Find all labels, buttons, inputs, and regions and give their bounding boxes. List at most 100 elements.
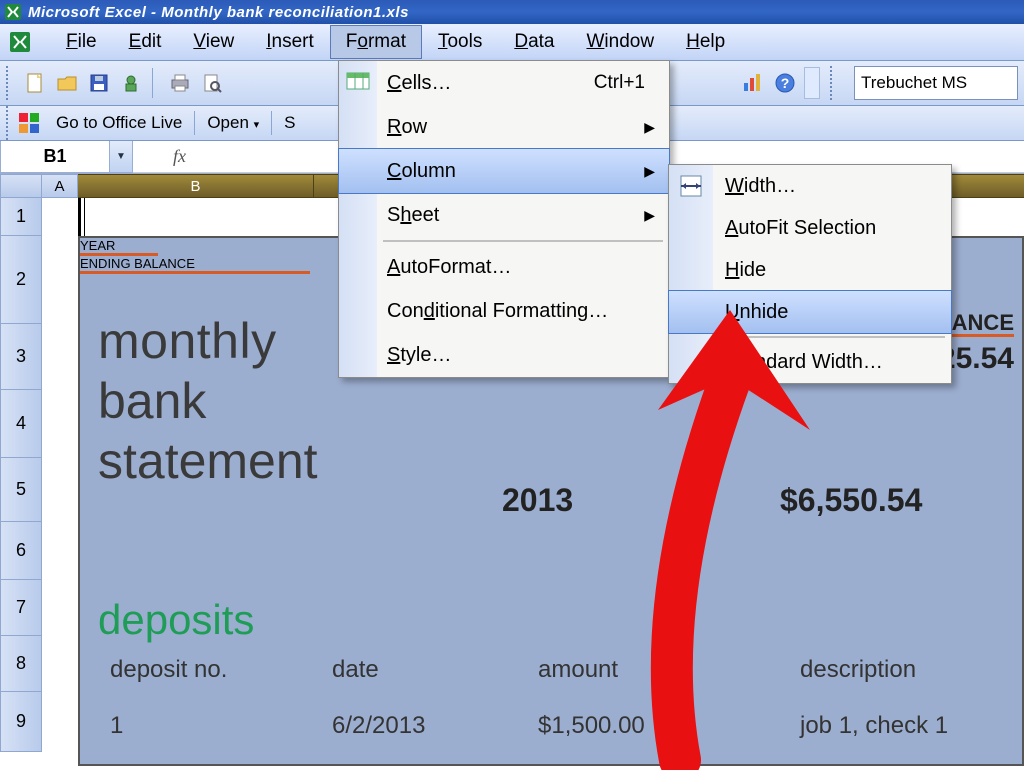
menu-item-label: Hide bbox=[725, 259, 766, 282]
print-preview-button[interactable] bbox=[197, 68, 227, 98]
menu-item-label: Style… bbox=[387, 344, 451, 367]
menu-item-cells[interactable]: Cells… Ctrl+1 bbox=[339, 61, 669, 105]
row-header-8[interactable]: 8 bbox=[0, 636, 42, 692]
new-file-button[interactable] bbox=[20, 68, 50, 98]
column-width-icon bbox=[677, 172, 705, 200]
toolbar-handle-icon[interactable] bbox=[6, 66, 14, 100]
deposit-row-amount: $1,500.00 bbox=[538, 712, 645, 740]
permission-button[interactable] bbox=[116, 68, 146, 98]
toolbar-handle-icon[interactable] bbox=[6, 106, 14, 140]
ending-balance-value: $6,550.54 bbox=[780, 482, 922, 519]
submenu-arrow-icon: ▶ bbox=[644, 163, 669, 180]
menu-item-unhide[interactable]: Unhide bbox=[668, 290, 952, 334]
sheet-title-line3: statement bbox=[98, 432, 318, 490]
menu-separator bbox=[719, 336, 945, 338]
orange-underline bbox=[944, 334, 1014, 337]
col-description: description bbox=[800, 656, 916, 684]
menu-item-label: Width… bbox=[725, 175, 796, 198]
menu-item-label: Standard Width… bbox=[725, 351, 883, 374]
submenu-arrow-icon: ▶ bbox=[644, 119, 669, 136]
office-live-save-button[interactable]: S bbox=[276, 109, 303, 137]
beginning-balance-label-partial: ANCE bbox=[952, 310, 1014, 336]
menu-data[interactable]: Data bbox=[498, 25, 570, 59]
menu-item-label: Sheet bbox=[387, 204, 439, 227]
menu-item-label: Conditional Formatting… bbox=[387, 300, 608, 323]
col-deposit-no: deposit no. bbox=[110, 656, 227, 684]
col-header-b[interactable]: B bbox=[78, 174, 314, 198]
toolbar-overflow-button[interactable] bbox=[804, 67, 820, 99]
separator bbox=[194, 111, 195, 135]
name-box-dropdown[interactable]: ▼ bbox=[110, 141, 133, 173]
menu-item-autofit-selection[interactable]: AutoFit Selection bbox=[669, 207, 951, 249]
chart-wizard-button[interactable] bbox=[738, 68, 768, 98]
fx-icon[interactable]: fx bbox=[133, 146, 202, 167]
name-box[interactable]: B1 bbox=[0, 141, 110, 173]
format-menu-dropdown: Cells… Ctrl+1 Row ▶ Column ▶ Sheet ▶ Aut… bbox=[338, 60, 670, 378]
sheet-title-line1: monthly bbox=[98, 312, 277, 370]
menu-window[interactable]: Window bbox=[570, 25, 670, 59]
row-header-2[interactable]: 2 bbox=[0, 236, 42, 324]
select-all-button[interactable] bbox=[0, 174, 42, 198]
menu-item-label: AutoFit Selection bbox=[725, 217, 876, 240]
row-header-7[interactable]: 7 bbox=[0, 580, 42, 636]
row-header-1[interactable]: 1 bbox=[0, 198, 42, 236]
help-button[interactable]: ? bbox=[770, 68, 800, 98]
separator bbox=[271, 111, 272, 135]
menu-separator bbox=[383, 240, 663, 242]
col-header-a[interactable]: A bbox=[42, 174, 78, 198]
workbook-icon bbox=[8, 30, 32, 54]
menu-item-standard-width[interactable]: Standard Width… bbox=[669, 341, 951, 383]
row-header-4[interactable]: 4 bbox=[0, 390, 42, 458]
row-header-6[interactable]: 6 bbox=[0, 522, 42, 580]
font-name-value: Trebuchet MS bbox=[861, 73, 967, 93]
menu-edit[interactable]: Edit bbox=[113, 25, 178, 59]
title-bar: Microsoft Excel - Monthly bank reconcili… bbox=[0, 0, 1024, 24]
sheet-title-line2: bank bbox=[98, 372, 206, 430]
menu-help[interactable]: Help bbox=[670, 25, 741, 59]
office-logo-icon bbox=[18, 112, 40, 134]
window-title: Microsoft Excel - Monthly bank reconcili… bbox=[28, 4, 409, 21]
year-label: YEAR bbox=[80, 238, 158, 256]
deposit-row-no: 1 bbox=[110, 712, 123, 740]
menu-item-autoformat[interactable]: AutoFormat… bbox=[339, 245, 669, 289]
menu-item-width[interactable]: Width… bbox=[669, 165, 951, 207]
menu-insert[interactable]: Insert bbox=[250, 25, 330, 59]
deposit-row-date: 6/2/2013 bbox=[332, 712, 425, 740]
row-header-9[interactable]: 9 bbox=[0, 692, 42, 752]
menu-item-row[interactable]: Row ▶ bbox=[339, 105, 669, 149]
submenu-arrow-icon: ▶ bbox=[644, 207, 669, 224]
menu-item-hide[interactable]: Hide bbox=[669, 249, 951, 291]
office-live-open-button[interactable]: Open ▾ bbox=[199, 109, 267, 137]
toolbar-handle-icon[interactable] bbox=[830, 66, 838, 100]
save-button[interactable] bbox=[84, 68, 114, 98]
ending-balance-label: ENDING BALANCE bbox=[80, 256, 310, 274]
excel-logo-icon bbox=[4, 3, 22, 21]
menu-file[interactable]: File bbox=[50, 25, 113, 59]
menu-item-column[interactable]: Column ▶ bbox=[338, 148, 670, 194]
row-header-5[interactable]: 5 bbox=[0, 458, 42, 522]
menu-tools[interactable]: Tools bbox=[422, 25, 498, 59]
column-submenu: Width… AutoFit Selection Hide Unhide Sta… bbox=[668, 164, 952, 384]
menu-item-label: Row bbox=[387, 116, 427, 139]
menu-item-shortcut: Ctrl+1 bbox=[594, 72, 669, 94]
open-button[interactable] bbox=[52, 68, 82, 98]
cells-icon bbox=[345, 69, 371, 95]
menu-format[interactable]: Format bbox=[330, 25, 422, 59]
go-to-office-live-button[interactable]: Go to Office Live bbox=[48, 109, 190, 137]
menu-item-style[interactable]: Style… bbox=[339, 333, 669, 377]
row-header-3[interactable]: 3 bbox=[0, 324, 42, 390]
col-amount: amount bbox=[538, 656, 618, 684]
svg-text:?: ? bbox=[781, 75, 790, 91]
menu-item-label: Column bbox=[387, 160, 456, 183]
menu-bar: File Edit View Insert Format Tools Data … bbox=[0, 24, 1024, 61]
print-button[interactable] bbox=[165, 68, 195, 98]
menu-item-label: AutoFormat… bbox=[387, 256, 512, 279]
font-name-combo[interactable]: Trebuchet MS bbox=[854, 66, 1018, 100]
toolbar-separator bbox=[152, 68, 159, 98]
menu-view[interactable]: View bbox=[177, 25, 250, 59]
menu-item-sheet[interactable]: Sheet ▶ bbox=[339, 193, 669, 237]
menu-item-label: Cells… bbox=[387, 72, 451, 95]
deposit-row-desc: job 1, check 1 bbox=[800, 712, 948, 740]
menu-item-conditional-formatting[interactable]: Conditional Formatting… bbox=[339, 289, 669, 333]
row-headers: 1 2 3 4 5 6 7 8 9 bbox=[0, 198, 42, 766]
